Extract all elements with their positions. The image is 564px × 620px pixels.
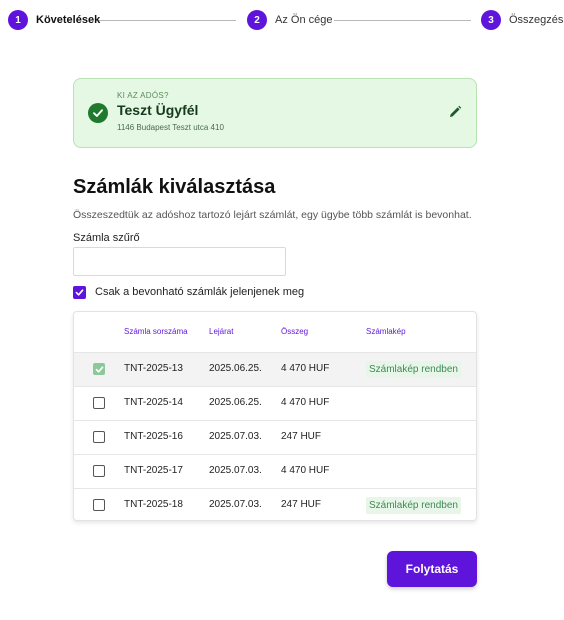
column-header-image: Számlakép (366, 327, 406, 336)
step-1[interactable]: 1 Követelések (8, 9, 100, 31)
invoice-amount: 247 HUF (281, 431, 322, 442)
debtor-caption: KI AZ ADÓS? (117, 91, 169, 100)
invoice-amount: 4 470 HUF (281, 465, 330, 476)
only-eligible-label: Csak a bevonható számlák jelenjenek meg (95, 286, 305, 298)
row-checkbox[interactable] (93, 363, 105, 375)
step-number: 2 (247, 10, 267, 30)
row-checkbox[interactable] (93, 397, 105, 409)
column-header-due: Lejárat (209, 327, 234, 336)
invoice-due-date: 2025.07.03. (209, 499, 262, 510)
step-2[interactable]: 2 Az Ön cége (247, 9, 332, 31)
continue-button[interactable]: Folytatás (387, 551, 477, 587)
invoice-number: TNT-2025-14 (124, 397, 183, 408)
step-label: Követelések (36, 14, 101, 26)
invoice-due-date: 2025.06.25. (209, 397, 262, 408)
invoice-number: TNT-2025-13 (124, 363, 183, 374)
step-connector (99, 20, 236, 21)
invoice-table: Számla sorszáma Lejárat Összeg Számlakép… (73, 311, 477, 521)
section-title: Számlák kiválasztása (73, 176, 276, 198)
row-checkbox[interactable] (93, 499, 105, 511)
row-checkbox[interactable] (93, 431, 105, 443)
pencil-icon (448, 105, 462, 124)
column-header-number: Számla sorszáma (124, 327, 188, 336)
invoice-number: TNT-2025-17 (124, 465, 183, 476)
step-number: 3 (481, 10, 501, 30)
row-checkbox[interactable] (93, 465, 105, 477)
table-header: Számla sorszáma Lejárat Összeg Számlakép (74, 312, 476, 352)
table-row[interactable]: TNT-2025-16 2025.07.03. 247 HUF (74, 420, 476, 454)
column-header-amount: Összeg (281, 327, 309, 336)
debtor-address: 1146 Budapest Teszt utca 410 (117, 123, 224, 132)
debtor-card: KI AZ ADÓS? Teszt Ügyfél 1146 Budapest T… (73, 78, 477, 148)
section-description: Összeszedtük az adóshoz tartozó lejárt s… (73, 209, 472, 221)
invoice-number: TNT-2025-18 (124, 499, 183, 510)
invoice-filter-input[interactable] (73, 247, 286, 276)
table-row[interactable]: TNT-2025-14 2025.06.25. 4 470 HUF (74, 386, 476, 420)
only-eligible-checkbox[interactable] (73, 285, 86, 299)
step-label: Az Ön cége (275, 14, 333, 26)
check-circle-icon (88, 103, 108, 123)
filter-label: Számla szűrő (73, 232, 140, 244)
invoice-number: TNT-2025-16 (124, 431, 183, 442)
invoice-amount: 4 470 HUF (281, 397, 330, 408)
table-row[interactable]: TNT-2025-17 2025.07.03. 4 470 HUF (74, 454, 476, 488)
step-number: 1 (8, 10, 28, 30)
edit-debtor-button[interactable] (446, 105, 464, 123)
table-row[interactable]: TNT-2025-18 2025.07.03. 247 HUF Számlaké… (74, 488, 476, 522)
table-row[interactable]: TNT-2025-13 2025.06.25. 4 470 HUF Számla… (74, 352, 476, 386)
invoice-amount: 4 470 HUF (281, 363, 330, 374)
status-badge: Számlakép rendben (366, 497, 461, 514)
debtor-name: Teszt Ügyfél (117, 102, 199, 118)
step-connector (334, 20, 471, 21)
status-badge: Számlakép rendben (366, 361, 461, 378)
step-label: Összegzés (509, 14, 564, 26)
step-3[interactable]: 3 Összegzés (481, 9, 563, 31)
invoice-due-date: 2025.07.03. (209, 465, 262, 476)
only-eligible-toggle[interactable]: Csak a bevonható számlák jelenjenek meg (73, 285, 304, 299)
invoice-amount: 247 HUF (281, 499, 322, 510)
invoice-due-date: 2025.07.03. (209, 431, 262, 442)
progress-stepper: 1 Követelések 2 Az Ön cége 3 Összegzés (0, 0, 564, 40)
invoice-due-date: 2025.06.25. (209, 363, 262, 374)
